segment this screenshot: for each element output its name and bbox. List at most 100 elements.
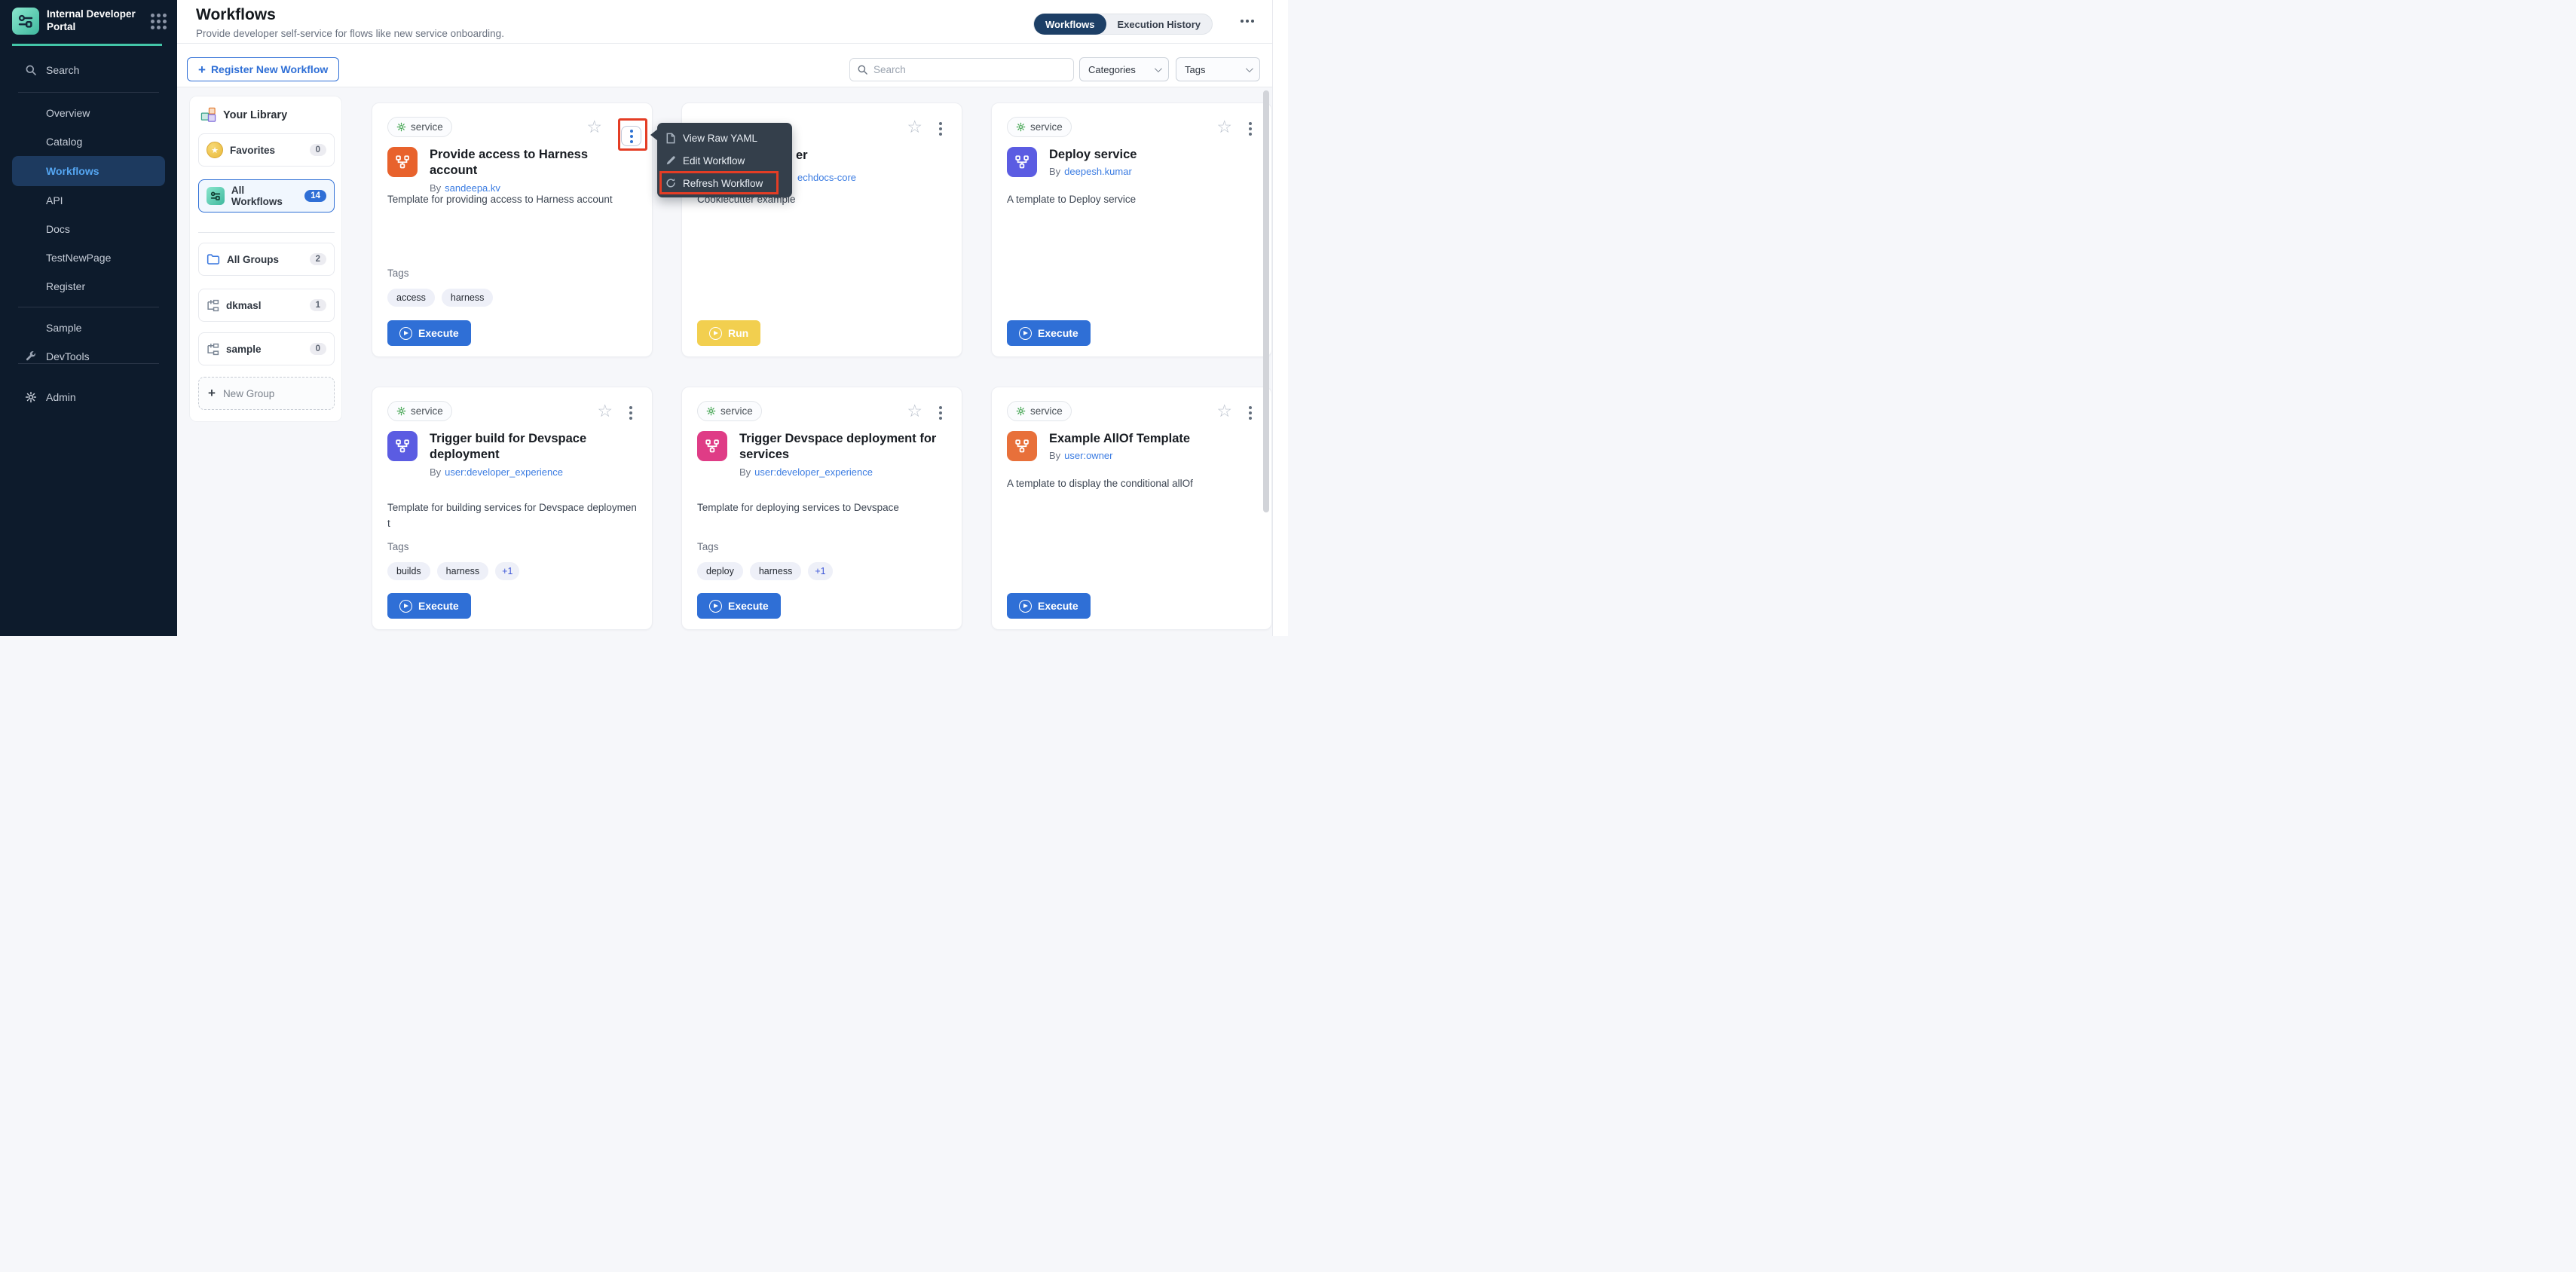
category-chip-service[interactable]: service	[387, 117, 452, 137]
card-title: Provide access to Harness account	[430, 147, 638, 179]
favorite-star-icon[interactable]: ☆	[597, 402, 613, 420]
plus-icon: +	[208, 386, 216, 401]
search-input[interactable]	[873, 64, 1066, 75]
tag-chip[interactable]: harness	[437, 562, 488, 580]
brand-title: Internal Developer Portal	[47, 8, 136, 34]
scrollbar-thumb[interactable]	[1263, 90, 1269, 512]
tags-label: Tags	[697, 541, 719, 552]
execute-button[interactable]: Execute	[1007, 320, 1091, 346]
kebab-menu-button[interactable]	[621, 126, 641, 146]
card-title: Trigger Devspace deployment for services	[739, 431, 947, 463]
more-options-icon[interactable]	[1241, 20, 1254, 23]
sidebar-item-admin[interactable]: Admin	[0, 383, 177, 411]
library-item-sample[interactable]: sample 0	[198, 332, 335, 365]
execute-button[interactable]: Execute	[387, 593, 471, 619]
sidebar-item-catalog[interactable]: Catalog	[0, 127, 177, 156]
register-new-workflow-button[interactable]: + Register New Workflow	[187, 57, 339, 81]
tag-more-chip[interactable]: +1	[808, 562, 832, 580]
owner-link[interactable]: user:owner	[1064, 450, 1112, 461]
sidebar-item-devtools[interactable]: DevTools	[0, 342, 177, 371]
card-byline: Bydeepesh.kumar	[1049, 166, 1257, 177]
tag-chip[interactable]: deploy	[697, 562, 743, 580]
favorite-star-icon[interactable]: ☆	[1216, 402, 1232, 420]
kebab-menu-icon[interactable]	[939, 122, 942, 136]
toggle-execution-history[interactable]: Execution History	[1106, 14, 1213, 35]
apps-grid-icon[interactable]	[151, 14, 167, 29]
tag-chip[interactable]: harness	[750, 562, 801, 580]
tag-chip[interactable]: access	[387, 289, 435, 307]
run-button[interactable]: Run	[697, 320, 760, 346]
sidebar-item-workflows[interactable]: Workflows	[12, 156, 165, 186]
library-item-all-workflows[interactable]: All Workflows 14	[198, 179, 335, 213]
card-description: A template to Deploy service	[1007, 192, 1256, 208]
favorite-star-icon[interactable]: ☆	[586, 118, 602, 136]
library-item-dkmasl[interactable]: dkmasl 1	[198, 289, 335, 322]
sidebar-item-register[interactable]: Register	[0, 272, 177, 301]
execute-button[interactable]: Execute	[387, 320, 471, 346]
tags-dropdown[interactable]: Tags	[1176, 57, 1260, 81]
menu-item-view-raw-yaml[interactable]: View Raw YAML	[657, 127, 792, 149]
workflow-card-trigger-build: service ☆ Trigger build for Devspace dep…	[372, 387, 653, 630]
toggle-workflows[interactable]: Workflows	[1034, 14, 1106, 35]
card-description: Template for providing access to Harness…	[387, 192, 637, 208]
categories-dropdown[interactable]: Categories	[1079, 57, 1169, 81]
owner-link-fragment[interactable]: echdocs-core	[797, 172, 856, 183]
sidebar-item-api[interactable]: API	[0, 186, 177, 215]
library-item-all-groups[interactable]: All Groups 2	[198, 243, 335, 276]
menu-item-refresh-workflow[interactable]: Refresh Workflow	[657, 172, 792, 194]
owner-link[interactable]: deepesh.kumar	[1064, 166, 1132, 177]
count-badge: 0	[310, 343, 326, 355]
wrench-icon	[25, 351, 36, 362]
card-description: Template for deploying services to Devsp…	[697, 500, 947, 516]
workflow-search-field[interactable]	[849, 58, 1074, 81]
library-cubes-icon	[200, 107, 216, 123]
play-icon	[399, 600, 412, 613]
favorite-star-icon[interactable]: ☆	[1216, 118, 1232, 136]
card-description: Template for building services for Devsp…	[387, 500, 637, 532]
view-toggle: Workflows Execution History	[1033, 14, 1213, 35]
gear-icon	[706, 406, 716, 416]
sidebar-item-sample[interactable]: Sample	[0, 313, 177, 342]
favorite-star-icon[interactable]: ☆	[907, 118, 922, 136]
category-chip-service[interactable]: service	[387, 401, 452, 421]
chevron-down-icon	[1246, 65, 1253, 72]
count-badge: 1	[310, 299, 326, 311]
execute-button[interactable]: Execute	[1007, 593, 1091, 619]
kebab-menu-icon[interactable]	[1249, 406, 1252, 420]
category-chip-service[interactable]: service	[697, 401, 762, 421]
workflow-icon	[697, 431, 727, 461]
page-title: Workflows	[196, 6, 276, 24]
gear-icon	[25, 391, 37, 403]
card-byline: Byuser:developer_experience	[430, 466, 638, 478]
play-icon	[1019, 327, 1032, 340]
category-chip-service[interactable]: service	[1007, 401, 1072, 421]
divider	[198, 232, 335, 233]
sidebar-item-search[interactable]: Search	[0, 54, 177, 86]
play-icon	[399, 327, 412, 340]
new-group-button[interactable]: + New Group	[198, 377, 335, 410]
kebab-menu-icon[interactable]	[1249, 122, 1252, 136]
card-title: Trigger build for Devspace deployment	[430, 431, 638, 463]
tags-label: Tags	[387, 268, 409, 279]
sidebar-item-testnewpage[interactable]: TestNewPage	[0, 243, 177, 272]
favorite-star-icon[interactable]: ☆	[907, 402, 922, 420]
tag-chip[interactable]: harness	[442, 289, 493, 307]
scrollbar-gutter	[1272, 0, 1288, 636]
library-item-favorites[interactable]: ★ Favorites 0	[198, 133, 335, 167]
tag-more-chip[interactable]: +1	[495, 562, 519, 580]
kebab-menu-icon[interactable]	[629, 406, 632, 420]
group-hierarchy-icon	[207, 299, 219, 312]
execute-button[interactable]: Execute	[697, 593, 781, 619]
tag-chip[interactable]: builds	[387, 562, 430, 580]
menu-item-edit-workflow[interactable]: Edit Workflow	[657, 149, 792, 172]
owner-link[interactable]: user:developer_experience	[445, 466, 563, 478]
refresh-icon	[665, 178, 676, 188]
category-chip-service[interactable]: service	[1007, 117, 1072, 137]
owner-link[interactable]: user:developer_experience	[754, 466, 873, 478]
kebab-menu-icon[interactable]	[939, 406, 942, 420]
sidebar-item-overview[interactable]: Overview	[0, 99, 177, 127]
card-byline: Byuser:owner	[1049, 450, 1257, 461]
sidebar-item-docs[interactable]: Docs	[0, 215, 177, 243]
workflow-card-provide-access: service ☆ Provide access to Harness acco…	[372, 102, 653, 357]
divider	[18, 363, 159, 364]
